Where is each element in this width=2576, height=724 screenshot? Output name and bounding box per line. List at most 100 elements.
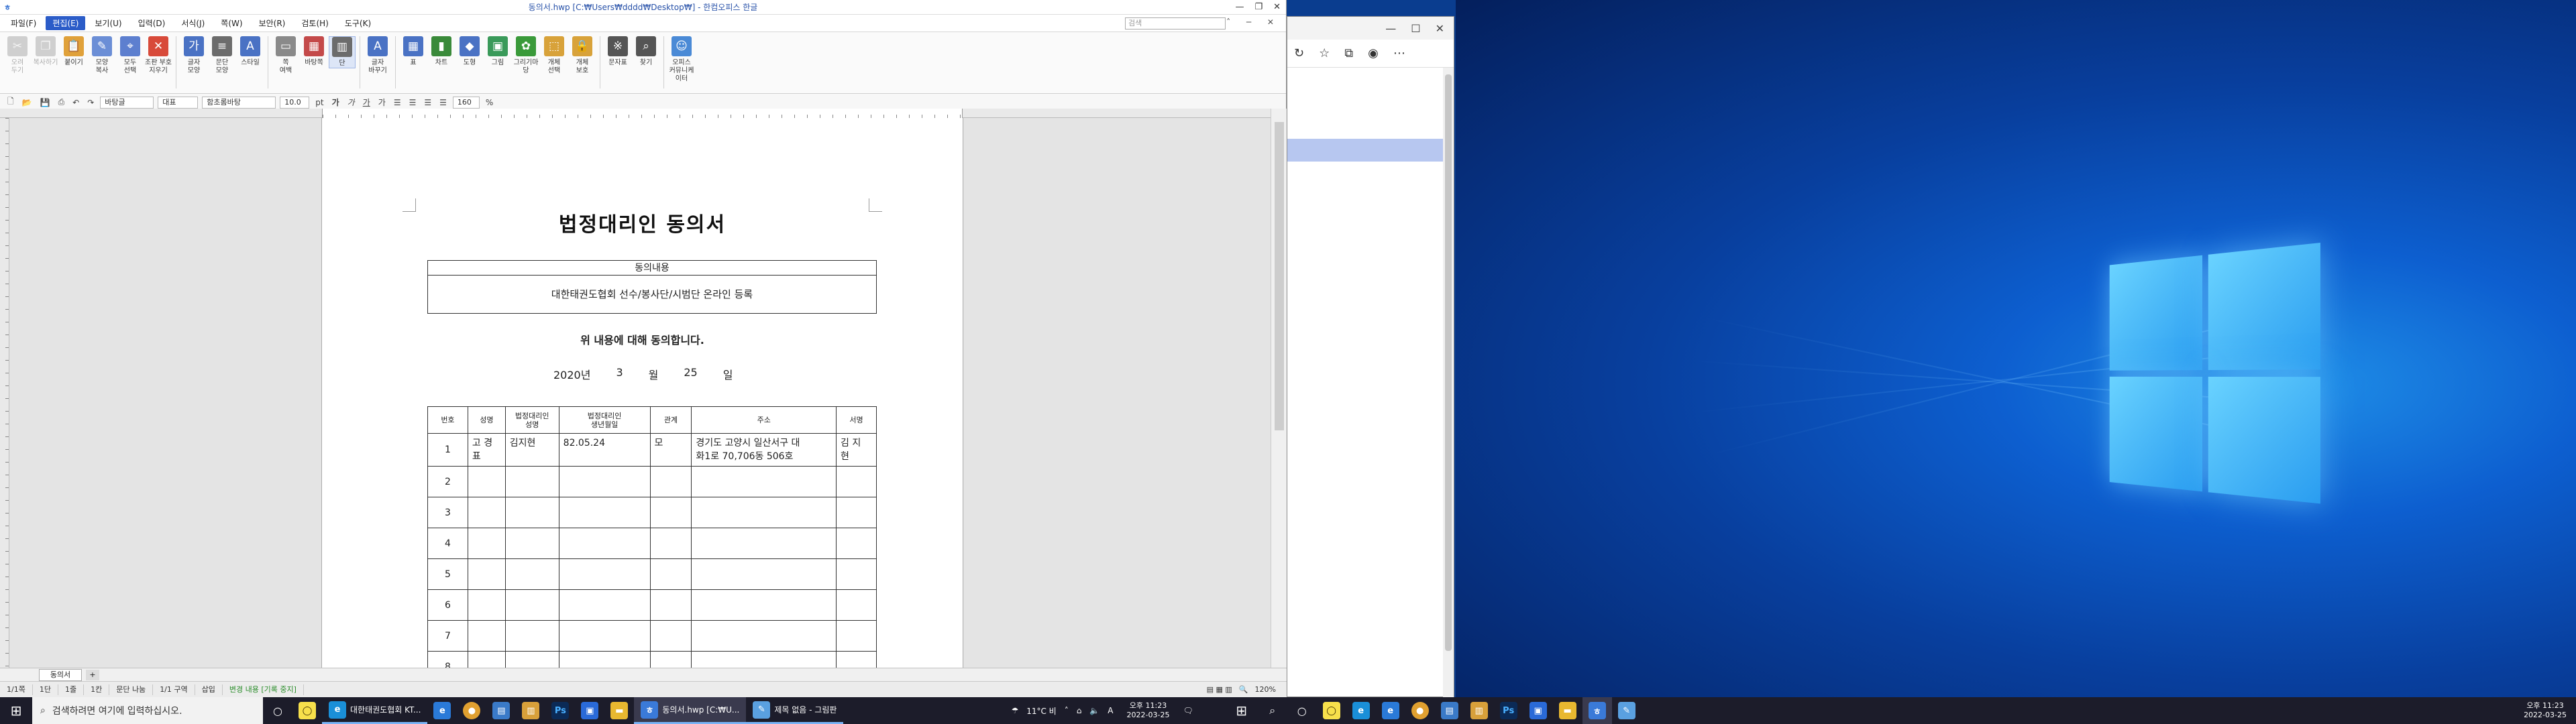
cortana-icon[interactable]: ○	[263, 697, 292, 724]
table-cell[interactable]	[836, 651, 877, 668]
table-cell[interactable]	[467, 497, 506, 528]
underline-icon[interactable]: 가	[361, 97, 372, 108]
ribbon-button-select-all[interactable]: ⌖ 모두 선택	[117, 36, 144, 75]
ribbon-button-page-margin[interactable]: ▭ 쪽 여백	[272, 36, 299, 75]
ribbon-button-symbol[interactable]: ※ 문자표	[604, 36, 631, 67]
table-cell[interactable]	[467, 651, 506, 668]
table-cell[interactable]	[836, 528, 877, 559]
menu-insert[interactable]: 입력(D)	[131, 16, 172, 30]
start-icon-2[interactable]: ⊞	[1226, 697, 1258, 724]
cortana-icon-2[interactable]: ○	[1287, 697, 1317, 724]
ie-icon[interactable]: e	[427, 697, 457, 724]
kakaotalk-icon-2[interactable]: ◯	[1317, 697, 1346, 724]
table-cell[interactable]	[836, 589, 877, 621]
table-cell[interactable]	[649, 651, 692, 668]
app-icon-6[interactable]: ▣	[1523, 697, 1553, 724]
close-icon[interactable]: ✕	[1273, 2, 1281, 12]
menu-tools[interactable]: 도구(K)	[338, 16, 378, 30]
align-center-icon[interactable]: ☰	[407, 98, 419, 107]
status-insert-mode[interactable]: 삽입	[195, 684, 223, 695]
bold-icon[interactable]: 가	[330, 97, 341, 108]
table-cell[interactable]: 82.05.24	[558, 433, 651, 467]
italic-icon[interactable]: 가	[345, 97, 357, 108]
view-mode-icon[interactable]: ▤ ▦ ▥	[1207, 685, 1232, 694]
table-cell[interactable]: 4	[427, 528, 468, 559]
menu-file[interactable]: 파일(F)	[4, 16, 43, 30]
minimize-icon[interactable]: —	[1235, 2, 1244, 12]
document-page[interactable]: 법정대리인 동의서 동의내용 대한태권도협회 선수/봉사단/시범단 온라인 등록…	[322, 118, 963, 668]
table-cell[interactable]	[504, 651, 559, 668]
selected-list-item[interactable]	[1287, 139, 1443, 162]
table-cell[interactable]	[649, 620, 692, 652]
taskbar-app-hwp[interactable]: ㅎ 동의서.hwp [C:₩U...	[634, 697, 747, 724]
ribbon-button-style[interactable]: A 스타일	[237, 36, 264, 67]
table-cell[interactable]	[467, 589, 506, 621]
undo-icon[interactable]: ↶	[70, 98, 81, 107]
chrome-icon[interactable]: ●	[457, 697, 486, 724]
print-icon[interactable]: ⎙	[56, 97, 67, 107]
chrome-icon-2[interactable]: ●	[1405, 697, 1435, 724]
ribbon-button-columns[interactable]: ▥ 단	[329, 36, 356, 68]
table-cell[interactable]	[558, 497, 651, 528]
ribbon-button-paragraph-shape[interactable]: ≡ 문단 모양	[209, 36, 235, 75]
table-cell[interactable]	[836, 558, 877, 590]
menu-page[interactable]: 쪽(W)	[214, 16, 249, 30]
save-icon[interactable]: 💾	[38, 98, 52, 107]
justify-icon[interactable]: ☰	[437, 98, 449, 107]
search-icon-2[interactable]: ⌕	[1258, 697, 1287, 724]
table-cell[interactable]	[691, 620, 837, 652]
tray-chevron-icon[interactable]: ˄	[1065, 706, 1069, 715]
line-spacing-input[interactable]: 160	[452, 96, 480, 109]
profile-icon[interactable]: ◉	[1368, 46, 1379, 60]
table-cell[interactable]: 김지현	[504, 433, 559, 467]
ribbon-button-char-shape[interactable]: 가 글자 모양	[180, 36, 207, 75]
font-size-input[interactable]: 10.0	[280, 96, 310, 109]
style-select[interactable]: 바탕글	[100, 96, 154, 109]
maximize-icon[interactable]: ☐	[1411, 22, 1420, 35]
table-cell[interactable]: 모	[649, 433, 692, 467]
minimize-icon[interactable]: —	[1385, 22, 1396, 35]
menu-review[interactable]: 검토(H)	[294, 16, 335, 30]
menu-security[interactable]: 보안(R)	[252, 16, 292, 30]
menu-format[interactable]: 서식(J)	[174, 16, 211, 30]
table-cell[interactable]	[649, 558, 692, 590]
document-scroll-thumb[interactable]	[1275, 122, 1284, 430]
volume-icon[interactable]: 🔈	[1089, 706, 1099, 715]
table-cell[interactable]	[558, 528, 651, 559]
taskbar-app-edge[interactable]: e 대한태권도협회 KT...	[322, 697, 428, 724]
start-icon[interactable]: ⊞	[0, 697, 32, 724]
redo-icon[interactable]: ↷	[85, 98, 96, 107]
table-cell[interactable]	[836, 620, 877, 652]
table-cell[interactable]	[504, 558, 559, 590]
taskbar-clock[interactable]: 오후 11:23 2022-03-25	[1122, 701, 1175, 720]
ribbon-button-scissors[interactable]: ✂ 오려 두기	[4, 36, 31, 75]
table-cell[interactable]: 경기도 고양시 일산서구 대 화1로 70,706동 506호	[691, 433, 837, 467]
tab-document[interactable]: 동의서	[39, 668, 82, 681]
ribbon-button-paste[interactable]: 📋 붙이기	[60, 36, 87, 67]
table-cell[interactable]: 2	[427, 466, 468, 497]
app-icon-1[interactable]: ▤	[486, 697, 516, 724]
table-cell[interactable]	[504, 466, 559, 497]
table-cell[interactable]	[558, 558, 651, 590]
network-icon[interactable]: ⌂	[1077, 706, 1082, 715]
photoshop-icon-2[interactable]: Ps	[1494, 697, 1523, 724]
table-cell[interactable]	[504, 528, 559, 559]
restore-icon[interactable]: ❐	[1254, 2, 1263, 12]
taskbar-app-paint[interactable]: ✎ 제목 없음 - 그림판	[746, 697, 844, 724]
ribbon-button-master-page[interactable]: ▦ 바탕쪽	[301, 36, 327, 67]
collections-icon[interactable]: ⧉	[1344, 46, 1353, 60]
align-left-icon[interactable]: ☰	[392, 98, 403, 107]
ribbon-button-copy[interactable]: ❐ 복사하기	[32, 36, 59, 67]
taskbar-search[interactable]: ⌕ 검색하려면 여기에 입력하십시오.	[32, 697, 263, 724]
photoshop-icon[interactable]: Ps	[545, 697, 575, 724]
new-doc-icon[interactable]: 🗋	[5, 95, 16, 109]
menu-edit[interactable]: 편집(E)	[46, 16, 86, 30]
table-cell[interactable]: 3	[427, 497, 468, 528]
table-cell[interactable]	[467, 558, 506, 590]
close-icon[interactable]: ✕	[1436, 22, 1444, 35]
table-cell[interactable]	[649, 466, 692, 497]
hwp-icon-2[interactable]: ㅎ	[1582, 697, 1612, 724]
table-cell[interactable]	[558, 466, 651, 497]
table-cell[interactable]	[649, 589, 692, 621]
language-select[interactable]: 대표	[158, 96, 199, 109]
